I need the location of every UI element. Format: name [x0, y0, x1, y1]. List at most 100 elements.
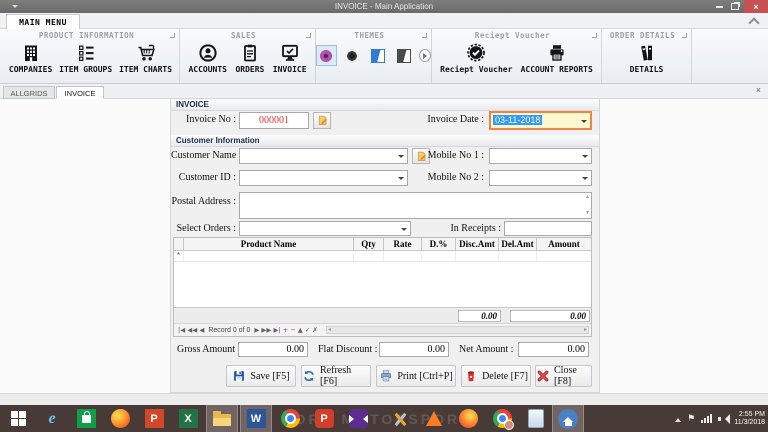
mobile1-combo[interactable] [489, 148, 592, 164]
ribbon-item-item-charts[interactable]: ITEM CHARTS [119, 42, 172, 74]
theme-swatch-light[interactable] [393, 45, 414, 66]
select-orders-combo[interactable] [239, 221, 411, 236]
clock[interactable]: 2:55 PM 11/3/2018 [734, 411, 765, 427]
postal-address-input[interactable]: ▲ ▼ [239, 192, 592, 219]
mobile2-label: Mobile No 2 : [427, 172, 484, 183]
chevron-down-icon [401, 227, 407, 234]
invoice-no-input[interactable]: 000001 [239, 112, 309, 129]
dialog-launcher-icon[interactable] [306, 33, 311, 38]
dialog-launcher-icon[interactable] [170, 33, 175, 38]
column-header[interactable]: D.% [422, 238, 456, 250]
ribbon-tab-main-menu[interactable]: MAIN MENU [6, 14, 80, 30]
grid-hscrollbar[interactable]: ◂ ▸ [326, 326, 589, 334]
status-strip [0, 393, 768, 405]
ribbon-item-details[interactable]: DETAILS [630, 42, 663, 74]
invoice-no-lookup-button[interactable] [313, 112, 331, 129]
ie-taskbar-button[interactable]: e [36, 405, 68, 432]
notepad-taskbar-button[interactable] [520, 405, 552, 432]
refresh-button[interactable]: Refresh [F6] [301, 365, 371, 387]
gross-amount-input[interactable]: 0.00 [238, 342, 308, 357]
chevron-down-icon [582, 155, 588, 161]
button-label: Close [F8] [554, 365, 577, 387]
ribbon-item-invoice[interactable]: INVOICE [273, 42, 307, 74]
tray-expand-icon[interactable] [675, 415, 682, 422]
mobile2-combo[interactable] [489, 170, 592, 186]
restore-button[interactable] [728, 0, 742, 13]
firefox-taskbar-button[interactable] [104, 405, 136, 432]
column-header[interactable]: Product Name [184, 238, 354, 250]
browser-orange-taskbar-button[interactable] [452, 405, 484, 432]
start-button[interactable] [2, 405, 34, 432]
ribbon-item-label: ORDERS [235, 65, 265, 74]
excel-taskbar-button[interactable]: X [172, 405, 204, 432]
column-header[interactable]: Qty [354, 238, 384, 250]
theme-swatch-dark[interactable] [342, 45, 363, 66]
dialog-launcher-icon[interactable] [592, 33, 597, 38]
home-app-taskbar-button[interactable] [552, 405, 584, 432]
ribbon-item-accounts[interactable]: ACCOUNTS [188, 42, 227, 74]
ribbon-collapse-icon[interactable] [748, 17, 760, 29]
dialog-launcher-icon[interactable] [682, 33, 687, 38]
nav-prev-buttons[interactable]: |◀ ◀◀ ◀ [178, 326, 204, 334]
ribbon-item-reciept-voucher[interactable]: Reciept Voucher [440, 42, 512, 74]
nav-next-buttons[interactable]: ▶ ▶▶ ▶| + − ▲ ✓ ✗ [254, 326, 317, 334]
theme-gallery-arrow[interactable] [419, 49, 431, 62]
column-header[interactable]: Amount [537, 238, 591, 250]
tab-allgrids[interactable]: ALLGRIDS [3, 86, 55, 99]
explorer-taskbar-button[interactable] [206, 405, 238, 432]
system-tray: ⚑ 2:55 PM 11/3/2018 [675, 405, 765, 432]
theme-swatch-purple[interactable] [316, 45, 337, 66]
customer-id-combo[interactable] [239, 170, 408, 186]
print-button[interactable]: Print [Ctrl+P] [376, 365, 456, 387]
theme-swatch-blue[interactable] [368, 45, 389, 66]
ie-icon: e [48, 409, 56, 427]
minimize-button[interactable] [712, 0, 726, 13]
flat-discount-input[interactable]: 0.00 [379, 342, 449, 357]
scroll-right-icon[interactable]: ▸ [584, 327, 587, 333]
scroll-left-icon[interactable]: ◂ [328, 327, 331, 333]
p-app-taskbar-button[interactable]: P [308, 405, 340, 432]
column-header[interactable]: Disc.Amt [456, 238, 499, 250]
save-button[interactable]: Save [F5] [226, 365, 296, 387]
action-center-flag-icon[interactable]: ⚑ [687, 413, 695, 424]
net-amount-input[interactable]: 0.00 [518, 342, 589, 357]
store-taskbar-button[interactable] [70, 405, 102, 432]
vlc-taskbar-button[interactable] [418, 405, 450, 432]
tools-taskbar-button[interactable] [384, 405, 416, 432]
close-button[interactable]: Close [F8] [535, 365, 592, 387]
ribbon-item-account-reports[interactable]: ACCOUNT REPORTS [521, 42, 593, 74]
powerpoint-taskbar-button[interactable]: P [138, 405, 170, 432]
notepad-icon [528, 409, 544, 428]
visual-studio-taskbar-button[interactable] [342, 405, 374, 432]
volume-icon[interactable] [718, 413, 731, 424]
network-icon[interactable] [701, 414, 713, 423]
ribbon-item-item-groups[interactable]: ITEM GROUPS [59, 42, 112, 74]
powerpoint-icon: P [144, 409, 164, 428]
scroll-down-icon[interactable]: ▼ [585, 211, 590, 216]
printer-icon [547, 43, 567, 63]
word-taskbar-button[interactable]: W [240, 405, 272, 432]
in-receipts-input[interactable] [504, 221, 592, 236]
new-row-marker: * [174, 251, 184, 261]
chrome-taskbar-button[interactable] [274, 405, 306, 432]
column-header[interactable]: Del.Amt [499, 238, 537, 250]
invoice-date-combo[interactable]: 03-11-2018 [489, 111, 592, 130]
button-label: Refresh [F6] [320, 365, 352, 387]
taskbar: FORD MOTORSPORT e P X W P ⚑ 2:55 PM 11/3… [0, 405, 768, 432]
tab-invoice[interactable]: INVOICE [56, 86, 104, 99]
ribbon-item-orders[interactable]: ORDERS [235, 42, 264, 74]
ribbon-group-sales: SALES ACCOUNTS ORDERS INVOICE [180, 29, 316, 83]
grid-record-navigator: |◀ ◀◀ ◀ Record 0 of 0 ▶ ▶▶ ▶| + − ▲ ✓ ✗ … [174, 323, 591, 336]
scroll-up-icon[interactable]: ▲ [585, 195, 590, 200]
file-explorer-icon [213, 411, 231, 426]
clock-time: 2:55 PM [738, 410, 765, 418]
delete-button[interactable]: Delete [F7] [461, 365, 531, 387]
dialog-launcher-icon[interactable] [422, 33, 427, 38]
tab-close-icon[interactable]: × [756, 85, 761, 95]
close-window-button[interactable]: × [744, 0, 768, 13]
ribbon-item-companies[interactable]: COMPANIES [9, 42, 52, 74]
column-header[interactable]: Rate [384, 238, 422, 250]
grid-new-row[interactable]: * [174, 251, 591, 262]
chrome-profile-taskbar-button[interactable] [486, 405, 518, 432]
customer-name-combo[interactable] [239, 148, 408, 164]
